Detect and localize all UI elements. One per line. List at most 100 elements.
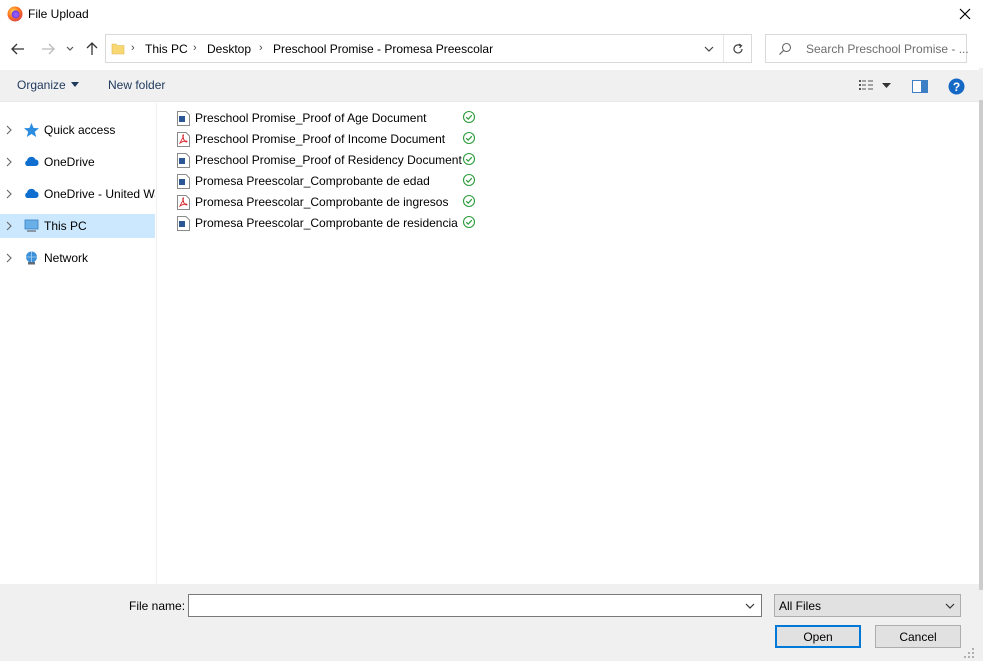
new-folder-label: New folder xyxy=(108,78,166,92)
help-button[interactable]: ? xyxy=(946,77,966,95)
new-folder-button[interactable]: New folder xyxy=(108,78,165,92)
breadcrumb-separator: › xyxy=(131,42,135,54)
file-type-value: All Files xyxy=(779,599,822,613)
preview-pane-icon xyxy=(912,79,928,93)
chevron-down-icon xyxy=(704,46,714,52)
file-type-dropdown-arrow xyxy=(944,599,956,613)
chevron-right-icon xyxy=(6,157,12,167)
network-icon xyxy=(26,251,37,265)
sidebar-item-label: OneDrive xyxy=(44,155,95,169)
synced-check-icon xyxy=(462,215,476,229)
forward-button[interactable] xyxy=(38,39,58,59)
close-icon xyxy=(959,8,970,20)
preview-pane-button[interactable] xyxy=(909,77,931,95)
synced-check-icon xyxy=(462,152,476,166)
back-button[interactable] xyxy=(8,39,28,59)
pdf-document-icon xyxy=(177,132,190,147)
refresh-icon xyxy=(732,42,743,53)
view-details-icon xyxy=(859,80,873,90)
sidebar-item-label: OneDrive - United Way xyxy=(44,187,155,201)
word-document-icon xyxy=(177,216,190,231)
caret-down-icon xyxy=(70,82,79,87)
file-list: Preschool Promise_Proof of Age Document … xyxy=(158,103,979,584)
svg-text:?: ? xyxy=(952,80,959,94)
open-button-label: Open xyxy=(803,629,833,644)
file-name: Promesa Preescolar_Comprobante de edad xyxy=(195,174,430,188)
chevron-right-icon xyxy=(6,189,12,199)
recent-locations-button[interactable] xyxy=(62,39,78,59)
chevron-down-icon xyxy=(66,46,74,51)
synced-check-icon xyxy=(462,110,476,124)
breadcrumb-current-folder[interactable]: Preschool Promise - Promesa Preescolar xyxy=(273,42,493,56)
breadcrumb-separator: › xyxy=(259,42,263,54)
file-name: Preschool Promise_Proof of Residency Doc… xyxy=(195,153,462,167)
chevron-down-icon xyxy=(945,603,955,609)
sidebar-item-onedrive[interactable]: OneDrive xyxy=(0,150,155,174)
sidebar-item-quick-access[interactable]: Quick access xyxy=(0,118,155,142)
breadcrumb-desktop[interactable]: Desktop xyxy=(207,42,251,56)
file-upload-dialog: File Upload › This PC › Desktop › Presch… xyxy=(0,0,983,661)
command-bar: Organize New folder ? xyxy=(0,70,979,102)
chevron-down-icon xyxy=(745,603,755,609)
file-type-select[interactable]: All Files xyxy=(774,594,961,617)
chevron-right-icon xyxy=(6,125,12,135)
word-document-icon xyxy=(177,174,190,189)
word-document-icon xyxy=(177,111,190,126)
open-button[interactable]: Open xyxy=(775,625,861,648)
dialog-footer: File name: All Files Open Cancel xyxy=(0,584,979,661)
up-button[interactable] xyxy=(82,39,102,59)
sidebar-item-label: Network xyxy=(44,251,89,265)
computer-icon xyxy=(24,219,39,232)
caret-down-icon xyxy=(881,83,891,88)
sidebar-item-label: This PC xyxy=(44,219,87,233)
title-bar: File Upload xyxy=(0,0,983,30)
file-name-label: File name: xyxy=(129,599,186,613)
arrow-up-icon xyxy=(86,42,98,55)
cloud-icon xyxy=(25,188,39,198)
window-title: File Upload xyxy=(28,7,89,21)
sidebar-item-this-pc[interactable]: This PC xyxy=(0,214,155,238)
cloud-icon xyxy=(25,156,39,166)
firefox-icon xyxy=(7,6,23,22)
star-icon xyxy=(24,123,39,137)
organize-label: Organize xyxy=(17,78,66,92)
search-icon xyxy=(779,42,792,55)
file-name-history-dropdown[interactable] xyxy=(742,597,758,614)
resize-grip-icon[interactable] xyxy=(962,646,976,660)
navigation-pane: Quick access OneDrive OneDrive - United … xyxy=(0,103,157,584)
synced-check-icon xyxy=(462,131,476,145)
cancel-button[interactable]: Cancel xyxy=(875,625,961,648)
scrollbar-thumb[interactable] xyxy=(979,100,983,590)
address-bar[interactable]: › This PC › Desktop › Preschool Promise … xyxy=(105,34,752,63)
synced-check-icon xyxy=(462,194,476,208)
chevron-right-icon xyxy=(6,253,12,263)
change-view-button[interactable] xyxy=(856,77,876,95)
file-name: Preschool Promise_Proof of Age Document xyxy=(195,111,427,125)
sidebar-item-onedrive-united-way[interactable]: OneDrive - United Way xyxy=(0,182,155,206)
address-row: › This PC › Desktop › Preschool Promise … xyxy=(0,32,983,66)
help-icon: ? xyxy=(948,78,964,94)
file-name: Promesa Preescolar_Comprobante de reside… xyxy=(195,216,458,230)
breadcrumb-separator: › xyxy=(193,42,197,54)
pdf-document-icon xyxy=(177,195,190,210)
refresh-button[interactable] xyxy=(723,35,751,62)
search-placeholder: Search Preschool Promise - ... xyxy=(806,42,969,56)
organize-button[interactable]: Organize xyxy=(17,78,79,92)
search-box[interactable]: Search Preschool Promise - ... xyxy=(765,34,969,63)
file-name: Promesa Preescolar_Comprobante de ingres… xyxy=(195,195,449,209)
breadcrumb-this-pc[interactable]: This PC xyxy=(145,42,188,56)
address-history-dropdown[interactable] xyxy=(696,35,722,62)
chevron-right-icon xyxy=(6,221,12,231)
sidebar-item-network[interactable]: Network xyxy=(0,246,155,270)
close-button[interactable] xyxy=(946,0,983,28)
arrow-right-icon xyxy=(42,43,55,55)
cancel-button-label: Cancel xyxy=(899,629,937,644)
view-options-dropdown[interactable] xyxy=(879,77,893,95)
sidebar-item-label: Quick access xyxy=(44,123,116,137)
arrow-left-icon xyxy=(11,43,24,55)
file-name-input[interactable] xyxy=(188,594,762,617)
file-name: Preschool Promise_Proof of Income Docume… xyxy=(195,132,446,146)
synced-check-icon xyxy=(462,173,476,187)
folder-icon xyxy=(111,43,125,55)
word-document-icon xyxy=(177,153,190,168)
